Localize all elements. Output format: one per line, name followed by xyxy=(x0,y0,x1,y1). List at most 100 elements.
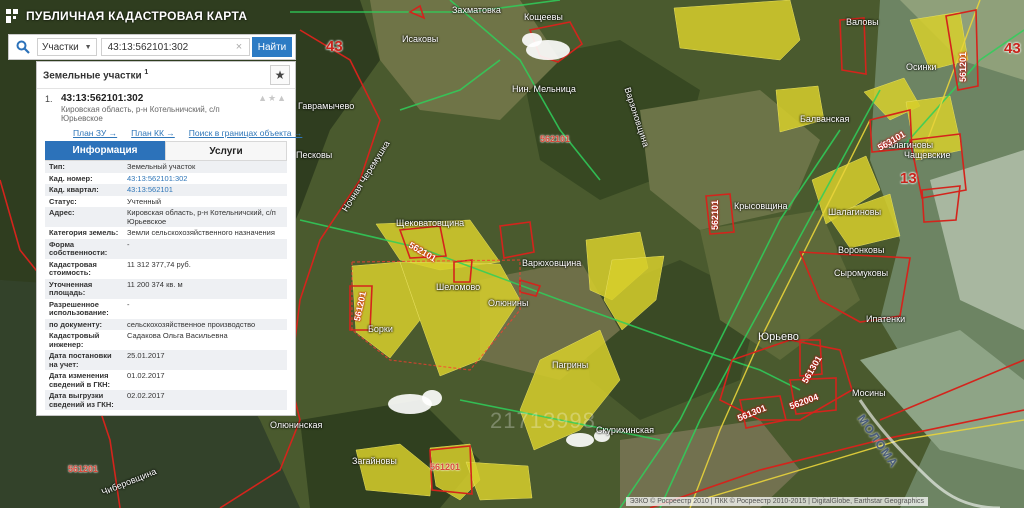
attribute-row: по документу: сельскохозяйственное произв… xyxy=(45,318,287,330)
results-title: Земельные участки 1 xyxy=(43,69,148,81)
attribute-value: Учтенный xyxy=(127,196,162,206)
info-tabs: Информация Услуги xyxy=(45,141,287,161)
quarter-code: 561201 xyxy=(958,51,968,82)
district-code: 43 xyxy=(326,38,343,55)
attributes-table: Тип: Земельный участок Кад. номер: 43:13:56… xyxy=(45,161,287,410)
search-input[interactable] xyxy=(100,38,250,56)
attribute-key: Форма собственности: xyxy=(45,238,123,259)
pkk-logo-icon[interactable] xyxy=(6,9,20,23)
result-cad-number[interactable]: 43:13:562101:302 xyxy=(61,93,241,104)
attribute-row: Дата изменения сведений в ГКН: 01.02.2017 xyxy=(45,370,287,390)
place-label: Сыромуковы xyxy=(834,268,889,278)
attribute-value: 25.01.2017 xyxy=(123,350,287,370)
attribute-key: Категория земель: xyxy=(49,228,119,237)
search-within-link[interactable]: Поиск в границах объекта → xyxy=(189,128,303,138)
attribute-row: Форма собственности: - xyxy=(45,238,287,259)
place-label: Осинки xyxy=(906,62,937,72)
place-label: Щековатовщина xyxy=(396,218,465,228)
place-label: Борки xyxy=(368,324,393,334)
attribute-row: Уточненная площадь: 11 200 374 кв. м xyxy=(45,278,287,299)
place-label: Олюнинская xyxy=(270,420,323,430)
quarter-code: 561201 xyxy=(430,462,461,472)
attribute-value[interactable]: 43:13:562101 xyxy=(123,184,287,196)
search-bar: Участки ▼ × Найти xyxy=(8,34,296,60)
attribute-value: Садакова Ольга Васильевна xyxy=(127,331,228,340)
attribute-value: Кировская область, р-н Котельничский, с/… xyxy=(123,207,287,227)
place-label: Валовы xyxy=(846,17,879,27)
attribute-key: Адрес: xyxy=(45,207,123,227)
result-number: 1. xyxy=(45,94,53,104)
attribute-value: 02.02.2017 xyxy=(123,390,287,410)
attribute-value: Земельный участок xyxy=(123,161,287,173)
attribute-key: Кадастровая стоимость: xyxy=(49,259,97,277)
clear-icon[interactable]: × xyxy=(232,41,246,53)
attribute-row: Дата выгрузки сведений из ГКН: 02.02.2017 xyxy=(45,390,287,410)
place-label: Пагрины xyxy=(552,360,589,370)
place-label: Чащевские xyxy=(904,150,951,160)
results-panel: Земельные участки 1 ★ 1. 43:13:562101:30… xyxy=(36,61,302,416)
place-label: Мосины xyxy=(852,388,886,398)
attribute-value: 01.02.2017 xyxy=(127,371,165,380)
app-title: ПУБЛИЧНАЯ КАДАСТРОВАЯ КАРТА xyxy=(26,9,248,23)
quarter-code: 562101 xyxy=(540,134,571,144)
attribute-value: 11 200 374 кв. м xyxy=(123,278,287,299)
results-header: Земельные участки 1 ★ xyxy=(37,62,295,89)
search-type-select[interactable]: Участки ▼ xyxy=(37,38,97,56)
place-label: Нин. Мельница xyxy=(512,84,576,94)
plan-zu-link[interactable]: План ЗУ → xyxy=(73,128,117,138)
place-label: Кощеевы xyxy=(524,12,563,22)
results-title-text: Земельные участки xyxy=(43,70,142,82)
tab-information[interactable]: Информация xyxy=(45,141,165,160)
attribute-key: Дата постановки на учет: xyxy=(45,350,123,370)
place-label: Захматовка xyxy=(452,5,501,15)
place-label: Скурихинская xyxy=(596,425,654,435)
place-label: Шалагиновы xyxy=(828,207,882,217)
place-label: Песковы xyxy=(296,150,333,160)
result-action-icons[interactable]: ▲★▲ xyxy=(258,93,287,104)
place-label: Гаврамычево xyxy=(298,101,355,111)
attribute-key: Кадастровый инженер: xyxy=(49,331,100,349)
place-label: Исаковы xyxy=(402,34,439,44)
place-label: Шеломово xyxy=(436,282,481,292)
attribute-key: Дата выгрузки сведений из ГКН: xyxy=(45,390,123,410)
tab-services[interactable]: Услуги xyxy=(165,141,287,160)
quarter-code: 561201 xyxy=(68,464,99,474)
quarter-code: 562101 xyxy=(710,199,720,230)
attribute-key: Тип: xyxy=(45,161,123,173)
attribute-key: Разрешенное использование: xyxy=(49,299,109,317)
result-links: План ЗУ → План КК → Поиск в границах объ… xyxy=(73,128,302,138)
favorite-star-icon[interactable]: ★ xyxy=(270,65,290,85)
attribute-row: Категория земель: Земли сельскохозяйствен… xyxy=(45,227,287,239)
place-label: Олюнины xyxy=(488,298,529,308)
attribute-key: Кад. квартал: xyxy=(45,184,123,196)
attribute-key: Уточненная площадь: xyxy=(45,278,123,299)
chevron-down-icon: ▼ xyxy=(84,43,92,51)
result-address: Кировская область, р-н Котельничский, с/… xyxy=(61,105,220,123)
attribute-row: Дата постановки на учет: 25.01.2017 xyxy=(45,350,287,370)
attribute-row: Тип: Земельный участок xyxy=(45,161,287,173)
results-count: 1 xyxy=(144,68,149,76)
plan-kk-link[interactable]: План КК → xyxy=(131,128,175,138)
place-label: Варюховщина xyxy=(522,258,582,268)
attribute-row: Кад. квартал: 43:13:562101 xyxy=(45,184,287,196)
map-attribution: ЭЗКО © Росреестр 2010 | ПКК © Росреестр … xyxy=(625,497,928,506)
place-label: Ипатенки xyxy=(866,314,906,324)
search-button[interactable]: Найти xyxy=(252,37,292,57)
app-header: ПУБЛИЧНАЯ КАДАСТРОВАЯ КАРТА xyxy=(0,0,247,32)
result-item[interactable]: 1. 43:13:562101:302 Кировская область, р… xyxy=(37,89,302,138)
attribute-value: 11 312 377,74 руб. xyxy=(127,259,191,269)
place-label: Воронковы xyxy=(838,245,885,255)
attribute-key: Статус: xyxy=(49,196,77,206)
attribute-row: Адрес: Кировская область, р-н Котельничск… xyxy=(45,207,287,227)
search-icon[interactable] xyxy=(9,35,37,59)
attribute-row: Статус: Учтенный xyxy=(45,196,287,208)
place-label: Юрьево xyxy=(758,331,799,343)
attribute-value[interactable]: 43:13:562101:302 xyxy=(123,173,287,185)
attribute-key: Дата изменения сведений в ГКН: xyxy=(49,371,111,389)
result-row: 1. 43:13:562101:302 Кировская область, р… xyxy=(45,93,289,123)
district-code: 43 xyxy=(1004,40,1021,57)
attribute-row: Кадастровый инженер: Садакова Ольга Васил… xyxy=(45,330,287,350)
search-type-label: Участки xyxy=(42,41,79,53)
attribute-row: Кад. номер: 43:13:562101:302 xyxy=(45,173,287,185)
attribute-key: по документу: xyxy=(45,318,123,330)
